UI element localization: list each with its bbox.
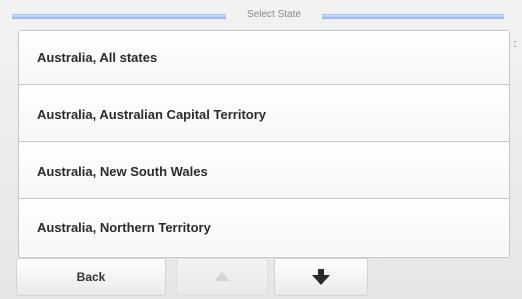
title-bar: Select State [8, 6, 512, 24]
page-title: Select State [247, 9, 301, 20]
state-list: Australia, All states Australia, Austral… [18, 30, 510, 258]
list-item-label: Australia, Northern Territory [37, 220, 211, 235]
scroll-indicator: : [513, 38, 517, 50]
bottom-toolbar: Back [16, 258, 506, 298]
title-rule-left [12, 14, 226, 19]
list-item-nt[interactable]: Australia, Northern Territory [19, 201, 509, 255]
title-rule-right [322, 14, 504, 19]
list-item-all-states[interactable]: Australia, All states [19, 31, 509, 85]
list-item-label: Australia, New South Wales [37, 164, 208, 179]
scroll-down-button[interactable] [274, 258, 368, 296]
back-button-label: Back [76, 270, 106, 284]
back-button[interactable]: Back [16, 258, 166, 296]
list-item-nsw[interactable]: Australia, New South Wales [19, 145, 509, 199]
list-item-label: Australia, Australian Capital Territory [37, 107, 267, 122]
select-state-screen: Select State Australia, All states Austr… [0, 0, 522, 299]
scroll-up-button[interactable] [176, 258, 268, 296]
list-item-act[interactable]: Australia, Australian Capital Territory [19, 88, 509, 142]
list-item-label: Australia, All states [37, 50, 158, 65]
